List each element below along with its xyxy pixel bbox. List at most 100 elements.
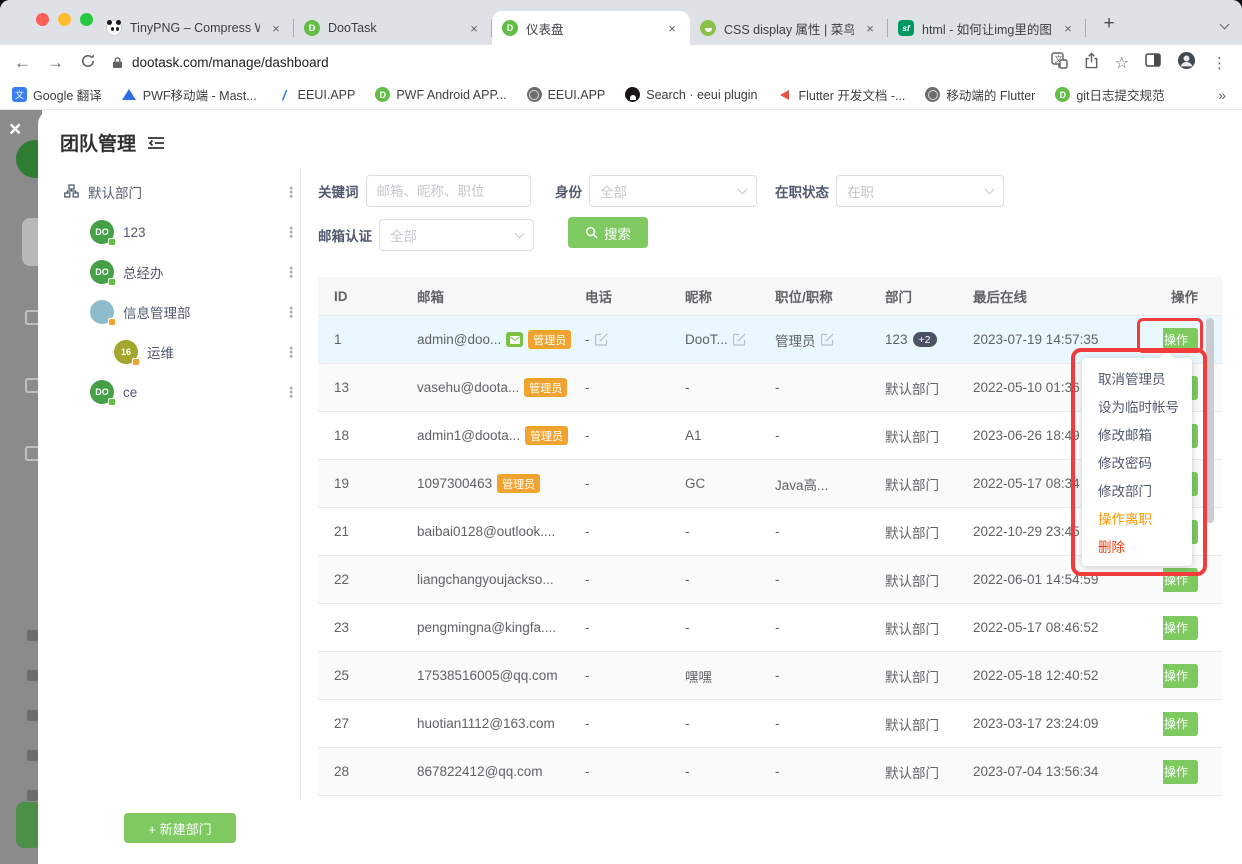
department-avatar: DO [90, 260, 114, 284]
action-button[interactable]: 操作 [1163, 760, 1198, 784]
cell-phone: - [585, 716, 685, 731]
nickname-text: A1 [685, 428, 702, 443]
tab-close-icon[interactable]: × [862, 21, 878, 36]
cell-position: - [775, 572, 885, 587]
cell-id: 21 [318, 524, 417, 539]
side-panel-icon[interactable] [1145, 52, 1161, 73]
profile-avatar[interactable] [1177, 51, 1196, 75]
bookmark-label: PWF Android APP... [396, 88, 506, 102]
tab-search-chevron-icon[interactable] [1221, 15, 1228, 33]
table-row: 23pengmingna@kingfa....---默认部门2022-05-17… [318, 604, 1222, 652]
identity-select[interactable]: 全部 [589, 175, 757, 207]
more-icon[interactable]: ⋮ [284, 384, 300, 401]
cell-nickname: - [685, 380, 775, 395]
cell-action: 操作 [1163, 664, 1222, 688]
phone-text: - [585, 380, 590, 395]
edit-icon[interactable] [821, 333, 834, 346]
action-button[interactable]: 操作 [1163, 712, 1198, 736]
minimize-window-icon[interactable] [58, 13, 71, 26]
bookmark-label: 移动端的 Flutter [946, 85, 1035, 104]
browser-tab[interactable]: CSS display 属性 | 菜鸟教× [690, 11, 888, 45]
cell-nickname: DooT... [685, 332, 775, 347]
bookmark-item[interactable]: EEUI.APP [527, 87, 606, 102]
bookmark-item[interactable]: PWF Android APP... [375, 87, 506, 102]
department-item[interactable]: DO123⋮ [58, 212, 300, 252]
bookmark-item[interactable]: EEUI.APP [277, 87, 356, 102]
more-icon[interactable]: ⋮ [284, 344, 300, 361]
browser-tab[interactable]: 仪表盘× [492, 11, 690, 45]
status-label: 在职状态 [775, 181, 829, 201]
email-text: 867822412@qq.com [417, 764, 543, 779]
email-verify-select[interactable]: 全部 [379, 219, 534, 251]
cell-department: 默认部门 [885, 666, 973, 686]
keyword-input[interactable] [366, 175, 531, 207]
table-header: ID邮箱电话昵称职位/职称部门最后在线操作 [318, 277, 1222, 316]
cell-email: baibai0128@outlook.... [417, 524, 585, 539]
department-text: 默认部门 [885, 426, 939, 446]
collapse-menu-icon[interactable] [146, 135, 166, 151]
cell-email: vasehu@doota...管理员 [417, 378, 585, 397]
table-scrollbar[interactable] [1206, 318, 1214, 523]
browser-tab[interactable]: DooTask× [294, 11, 492, 45]
browser-tab[interactable]: TinyPNG – Compress We× [96, 11, 294, 45]
tab-close-icon[interactable]: × [664, 21, 680, 36]
department-item[interactable]: 默认部门⋮ [58, 172, 300, 212]
tab-close-icon[interactable]: × [1060, 21, 1076, 36]
action-button[interactable]: 操作 [1163, 616, 1198, 640]
bookmark-item[interactable]: Search · eeui plugin [625, 87, 757, 102]
more-icon[interactable]: ⋮ [284, 304, 300, 321]
department-text: 默认部门 [885, 522, 939, 542]
phone-text: - [585, 332, 590, 347]
more-icon[interactable]: ⋮ [284, 224, 300, 241]
department-item[interactable]: 16运维⋮ [58, 332, 300, 372]
translate-icon[interactable]: 文 [1051, 52, 1068, 74]
flutter-icon [777, 87, 792, 102]
url-text: dootask.com/manage/dashboard [132, 55, 329, 70]
phone-text: - [585, 572, 590, 587]
browser-tab[interactable]: html - 如何让img里的图片× [888, 11, 1086, 45]
edit-icon[interactable] [733, 333, 746, 346]
tab-close-icon[interactable]: × [466, 21, 482, 36]
cell-id: 19 [318, 476, 417, 491]
back-icon[interactable]: ← [14, 54, 31, 71]
cell-last-online: 2022-05-17 08:46:52 [973, 620, 1163, 635]
status-select[interactable]: 在职 [836, 175, 1004, 207]
bookmark-item[interactable]: Google 翻译 [12, 85, 102, 104]
dootask-icon [1055, 87, 1070, 102]
search-button[interactable]: 搜索 [568, 217, 648, 248]
phone-text: - [585, 620, 590, 635]
cell-email: 17538516005@qq.com [417, 668, 585, 683]
bookmark-item[interactable]: 移动端的 Flutter [925, 85, 1035, 104]
cell-id: 25 [318, 668, 417, 683]
status-badge [132, 358, 140, 366]
action-button[interactable]: 操作 [1163, 664, 1198, 688]
bookmark-item[interactable]: Flutter 开发文档 -... [777, 85, 905, 104]
department-item[interactable]: DO总经办⋮ [58, 252, 300, 292]
cell-phone: - [585, 668, 685, 683]
bookmark-star-icon[interactable]: ☆ [1115, 53, 1129, 73]
zoom-window-icon[interactable] [80, 13, 93, 26]
address-bar[interactable]: dootask.com/manage/dashboard [112, 55, 1035, 70]
cell-nickname: GC [685, 476, 775, 491]
chrome-menu-icon[interactable]: ⋮ [1212, 54, 1228, 72]
new-tab-button[interactable]: + [1096, 11, 1122, 37]
new-department-button[interactable]: + 新建部门 [124, 813, 236, 843]
share-icon[interactable] [1084, 52, 1099, 74]
reload-icon[interactable] [80, 53, 96, 72]
modal-close-icon[interactable]: × [9, 119, 21, 140]
bookmark-item[interactable]: PWF移动端 - Mast... [122, 85, 257, 104]
department-item[interactable]: DOce⋮ [58, 372, 300, 412]
nickname-text: GC [685, 476, 705, 491]
department-item[interactable]: 信息管理部⋮ [58, 292, 300, 332]
bookmarks-overflow-icon[interactable]: » [1218, 87, 1230, 103]
close-window-icon[interactable] [36, 13, 49, 26]
edit-icon[interactable] [595, 333, 608, 346]
tab-close-icon[interactable]: × [268, 21, 284, 36]
department-label: ce [123, 385, 137, 400]
more-icon[interactable]: ⋮ [284, 264, 300, 281]
bookmark-item[interactable]: git日志提交规范 [1055, 85, 1164, 104]
cell-position: - [775, 620, 885, 635]
forward-icon[interactable]: → [47, 54, 64, 71]
more-icon[interactable]: ⋮ [284, 184, 300, 201]
email-verify-label: 邮箱认证 [318, 225, 372, 245]
